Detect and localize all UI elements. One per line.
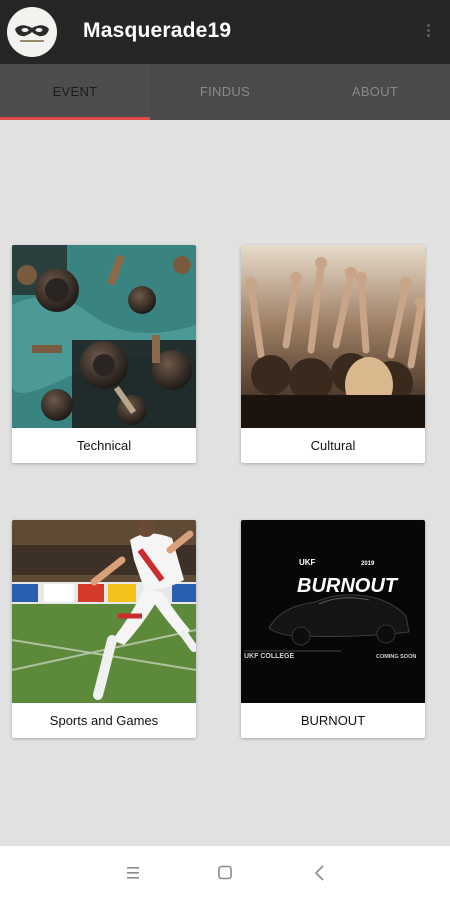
card-label: Sports and Games <box>49 713 159 728</box>
tab-event[interactable]: EVENT <box>0 64 150 120</box>
cultural-image <box>241 245 425 428</box>
active-tab-indicator <box>0 117 150 120</box>
card-label: BURNOUT <box>300 713 366 728</box>
tab-findus[interactable]: FINDUS <box>150 64 300 120</box>
tab-bar: EVENT FINDUS ABOUT <box>0 64 450 120</box>
poster-brand: UKF <box>299 558 316 567</box>
app-logo <box>7 7 57 57</box>
event-card-cultural[interactable]: Cultural <box>241 245 425 463</box>
burnout-poster-image: UKF 2019 BURNOUT UKF COLLEGE COMING SOON <box>241 520 425 703</box>
menu-icon[interactable] <box>123 864 143 882</box>
technical-image <box>12 245 196 428</box>
poster-college: UKF COLLEGE <box>244 653 294 660</box>
poster-status: COMING SOON <box>376 654 416 660</box>
card-label: Cultural <box>310 438 356 453</box>
poster-headline: BURNOUT <box>297 575 399 597</box>
event-card-sports-and-games[interactable]: Sports and Games <box>12 520 196 738</box>
overflow-menu-icon[interactable] <box>420 22 436 44</box>
sports-image <box>12 520 196 703</box>
event-card-technical[interactable]: Technical <box>12 245 196 463</box>
back-chevron-icon[interactable] <box>310 864 330 882</box>
app-bar: Masquerade19 <box>0 0 450 64</box>
poster-year: 2019 <box>361 561 375 567</box>
app-title: Masquerade19 <box>83 19 232 42</box>
card-label: Technical <box>76 438 132 453</box>
tab-about[interactable]: ABOUT <box>300 64 450 120</box>
event-card-burnout[interactable]: UKF 2019 BURNOUT UKF COLLEGE COMING SOON… <box>241 520 425 738</box>
system-navigation-bar <box>0 846 450 900</box>
home-square-icon[interactable] <box>215 864 235 882</box>
